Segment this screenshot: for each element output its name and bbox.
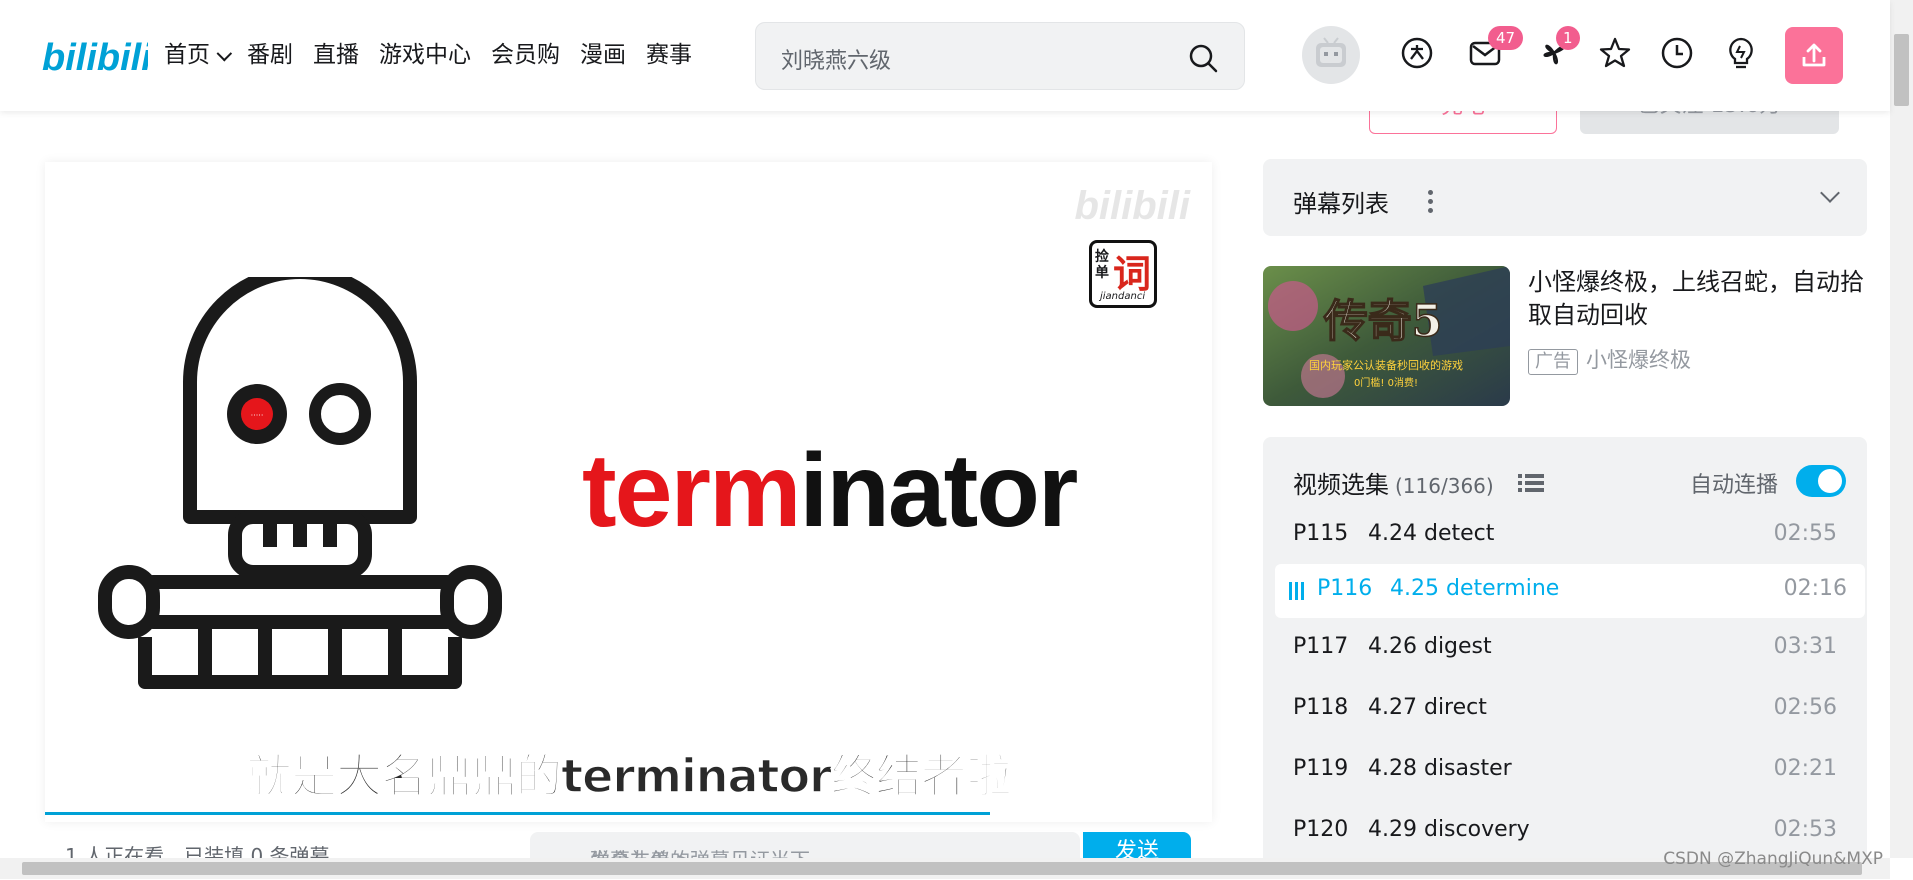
tv-mascot-icon [1316, 37, 1346, 67]
video-player[interactable]: bilibili 捡单 词 jiandanci ····· terminator… [45, 162, 1212, 822]
video-subtitle: 就是大名鼎鼎的terminator终结者啦 [245, 748, 1012, 804]
ad-image: 传奇5 国内玩家公认装备秒回收的游戏 0门槛! 0消费! [1263, 266, 1510, 406]
episode-item[interactable]: P115 4.24 detect 02:55 [1263, 509, 1867, 563]
playing-icon [1289, 582, 1307, 604]
episode-code: P120 [1293, 817, 1349, 842]
autoplay-label: 自动连播 [1690, 473, 1779, 498]
csdn-credit: CSDN @ZhangJiQun&MXP [1663, 849, 1883, 869]
search-input[interactable]: 刘晓燕六级 [781, 43, 891, 75]
svg-text:·····: ····· [251, 411, 264, 420]
vertical-scrollbar[interactable] [1890, 0, 1913, 858]
chevron-down-icon [216, 45, 233, 62]
episode-name: 4.29 discovery [1368, 817, 1530, 842]
episode-playlist: 视频选集 (116/366) 自动连播 P115 4.24 detect 02:5… [1263, 437, 1867, 879]
episode-name: 4.27 direct [1368, 695, 1487, 720]
favorites-star-icon[interactable] [1598, 36, 1632, 70]
nav-manga[interactable]: 漫画 [580, 40, 626, 70]
episode-duration: 02:56 [1773, 695, 1837, 720]
episode-duration: 02:16 [1783, 576, 1847, 601]
main-nav: 首页 番剧 直播 游戏中心 会员购 漫画 赛事 [164, 40, 712, 70]
nav-esports[interactable]: 赛事 [646, 40, 692, 70]
ad-image-title: 传奇5 [1323, 296, 1443, 347]
history-clock-icon[interactable] [1660, 36, 1694, 70]
avatar[interactable] [1302, 26, 1360, 84]
episode-code: P115 [1293, 521, 1349, 546]
episode-duration: 02:55 [1773, 521, 1837, 546]
creation-bulb-icon[interactable] [1724, 36, 1758, 70]
episode-code: P119 [1293, 756, 1349, 781]
autoplay-toggle[interactable] [1796, 465, 1846, 497]
episode-name: 4.24 detect [1368, 521, 1495, 546]
nav-anime[interactable]: 番剧 [247, 40, 293, 70]
horizontal-scroll-thumb[interactable] [22, 862, 1862, 875]
search-icon[interactable] [1188, 43, 1218, 73]
dynamics-badge: 1 [1556, 26, 1580, 50]
chevron-down-icon[interactable] [1820, 183, 1840, 203]
episode-duration: 03:31 [1773, 634, 1837, 659]
headline-black: inator [799, 433, 1078, 549]
logo-top-text: 捡单 [1095, 249, 1109, 281]
headline-word: terminator [582, 432, 1078, 551]
episode-name: 4.26 digest [1368, 634, 1492, 659]
bilibili-watermark: bilibili [1074, 184, 1190, 228]
danmaku-list-panel[interactable]: 弹幕列表 [1263, 159, 1867, 236]
ad-image-caption: 国内玩家公认装备秒回收的游戏 [1309, 358, 1463, 372]
playlist-title-text: 视频选集 [1293, 471, 1389, 499]
more-icon[interactable] [1428, 190, 1434, 217]
headline-red: term [582, 433, 801, 549]
ad-meta: 广告 小怪爆终极 [1528, 344, 1691, 375]
nav-mall[interactable]: 会员购 [491, 40, 560, 70]
episode-duration: 02:21 [1773, 756, 1837, 781]
search-box[interactable]: 刘晓燕六级 [755, 22, 1245, 90]
vip-icon[interactable] [1400, 36, 1434, 70]
top-header: bilibili 首页 番剧 直播 游戏中心 会员购 漫画 赛事 刘晓燕六级 4… [0, 0, 1890, 111]
episode-item[interactable]: P117 4.26 digest 03:31 [1263, 622, 1867, 676]
ad-tag: 广告 [1528, 349, 1578, 375]
episode-code: P117 [1293, 634, 1349, 659]
horizontal-scrollbar[interactable] [0, 858, 1890, 879]
upload-icon [1802, 43, 1826, 67]
ad-thumbnail[interactable]: 传奇5 国内玩家公认装备秒回收的游戏 0门槛! 0消费! [1263, 266, 1510, 406]
episode-item[interactable]: P118 4.27 direct 02:56 [1263, 683, 1867, 737]
nav-home[interactable]: 首页 [164, 40, 233, 70]
episode-code: P116 [1317, 576, 1373, 601]
ad-title[interactable]: 小怪爆终极，上线召蛇，自动拾取自动回收 [1528, 266, 1878, 332]
playlist-title: 视频选集 (116/366) [1293, 465, 1494, 500]
jiandanci-logo: 捡单 词 jiandanci [1089, 240, 1157, 308]
logo-sub-text: jiandanci [1100, 291, 1146, 302]
list-view-icon[interactable] [1518, 473, 1544, 493]
episode-code: P118 [1293, 695, 1349, 720]
ad-source[interactable]: 小怪爆终极 [1586, 348, 1691, 372]
playlist-count: (116/366) [1395, 474, 1494, 498]
svg-text:bilibili: bilibili [42, 37, 148, 79]
nav-game-center[interactable]: 游戏中心 [379, 40, 471, 70]
episode-name: 4.28 disaster [1368, 756, 1512, 781]
logo-big-text: 词 [1113, 252, 1152, 296]
vertical-scroll-thumb[interactable] [1894, 34, 1909, 106]
nav-live[interactable]: 直播 [313, 40, 359, 70]
danmaku-list-title: 弹幕列表 [1293, 190, 1389, 218]
message-badge: 47 [1488, 26, 1524, 50]
episode-item[interactable]: P119 4.28 disaster 02:21 [1263, 744, 1867, 798]
progress-bar[interactable] [45, 812, 991, 815]
skeleton-illustration: ····· [98, 277, 502, 689]
episode-name: 4.25 determine [1390, 576, 1560, 601]
upload-button[interactable] [1785, 27, 1843, 84]
ad-image-caption2: 0门槛! 0消费! [1354, 376, 1418, 389]
bilibili-logo[interactable]: bilibili [42, 30, 148, 80]
episode-duration: 02:53 [1773, 817, 1837, 842]
episode-item-active[interactable]: P116 4.25 determine 02:16 [1275, 564, 1865, 618]
